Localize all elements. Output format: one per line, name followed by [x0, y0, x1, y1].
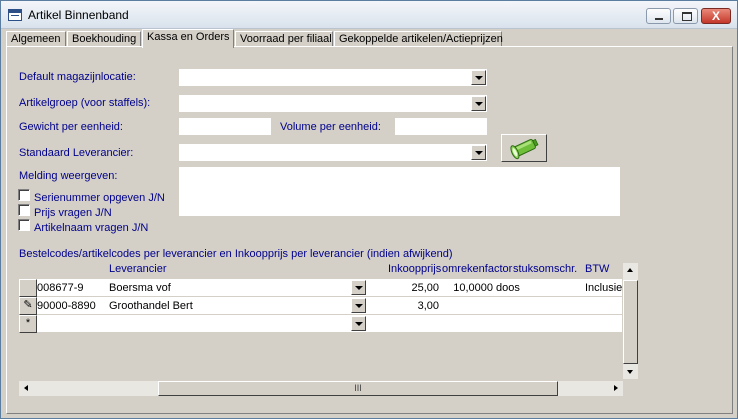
chevron-down-icon[interactable] — [471, 70, 486, 85]
message-field[interactable] — [179, 167, 620, 216]
article-group-combo[interactable] — [179, 95, 487, 112]
tab-boekhouding[interactable]: Boekhouding — [67, 31, 141, 47]
orders-section-title: Bestelcodes/artikelcodes per leverancier… — [19, 248, 453, 260]
cell-vat[interactable]: Inclusie — [585, 282, 622, 294]
article-group-label: Artikelgroep (voor staffels): — [19, 97, 151, 109]
chevron-down-icon[interactable] — [351, 316, 366, 331]
close-button[interactable]: X — [701, 8, 731, 24]
chevron-down-icon[interactable] — [471, 96, 486, 111]
tab-gekoppelde-artikelen[interactable]: Gekoppelde artikelen/Actieprijzen — [334, 31, 503, 47]
volume-field[interactable] — [395, 118, 487, 135]
scroll-down-icon[interactable] — [623, 364, 638, 379]
price-checkbox[interactable] — [18, 204, 30, 216]
weight-field[interactable] — [179, 118, 271, 135]
cell-unit[interactable]: doos — [496, 282, 520, 294]
header-purchase-price[interactable]: Inkoopprijs — [388, 263, 441, 275]
minimize-button[interactable] — [646, 8, 671, 24]
cell-supplier[interactable]: Boersma vof — [109, 282, 171, 294]
supplier-label: Standaard Leverancier: — [19, 147, 134, 159]
close-icon: X — [711, 9, 720, 23]
supplier-combo[interactable] — [179, 144, 487, 161]
row-selector[interactable]: ✎ — [19, 297, 37, 315]
default-location-label: Default magazijnlocatie: — [19, 71, 136, 83]
default-location-combo[interactable] — [179, 69, 487, 86]
cell-factor[interactable]: 10,0000 — [449, 282, 493, 294]
header-unit[interactable]: stuksomschr. — [513, 263, 577, 275]
weight-label: Gewicht per eenheid: — [19, 121, 123, 133]
window-title: Artikel Binnenband — [28, 8, 129, 22]
cell-supplier[interactable]: Groothandel Bert — [109, 300, 193, 312]
price-label: Prijs vragen J/N — [34, 207, 112, 219]
cell-code[interactable]: 008677-9 — [37, 282, 84, 294]
article-window: Artikel Binnenband X Algemeen Boekhoudin… — [0, 0, 738, 419]
tab-kassa-en-orders[interactable]: Kassa en Orders — [142, 29, 234, 48]
supplier-grid: Leverancier Inkoopprijs omrekenfactor st… — [19, 263, 638, 397]
chevron-down-icon[interactable] — [351, 280, 366, 295]
serial-checkbox[interactable] — [18, 189, 30, 201]
maximize-button[interactable] — [673, 8, 698, 24]
header-supplier[interactable]: Leverancier — [109, 263, 166, 275]
vertical-scrollbar[interactable] — [623, 263, 638, 379]
form-icon — [8, 9, 22, 21]
table-row[interactable]: * — [19, 315, 622, 333]
horizontal-scrollbar[interactable]: III — [19, 381, 623, 396]
chevron-down-icon[interactable] — [351, 298, 366, 313]
table-row[interactable]: ✎ 90000-8890 Groothandel Bert 3,00 — [19, 297, 622, 315]
title-bar[interactable]: Artikel Binnenband X — [1, 1, 737, 29]
tab-voorraad-per-filiaal[interactable]: Voorraad per filiaal — [235, 31, 333, 47]
scroll-up-icon[interactable] — [623, 263, 638, 278]
chevron-down-icon[interactable] — [471, 145, 486, 160]
cell-price[interactable]: 25,00 — [383, 282, 439, 294]
flashlight-icon — [510, 138, 539, 160]
name-checkbox[interactable] — [18, 219, 30, 231]
tab-algemeen[interactable]: Algemeen — [6, 31, 66, 47]
message-label: Melding weergeven: — [19, 170, 118, 182]
row-selector[interactable] — [19, 279, 37, 297]
vertical-scroll-thumb[interactable] — [623, 280, 638, 364]
serial-label: Serienummer opgeven J/N — [34, 192, 165, 204]
volume-label: Volume per eenheid: — [280, 121, 381, 133]
scroll-right-icon[interactable] — [608, 381, 623, 396]
scroll-left-icon[interactable] — [19, 381, 34, 396]
horizontal-scroll-thumb[interactable]: III — [158, 381, 558, 396]
header-conversion[interactable]: omrekenfactor — [442, 263, 512, 275]
name-label: Artikelnaam vragen J/N — [34, 222, 149, 234]
cell-price[interactable]: 3,00 — [383, 300, 439, 312]
row-selector[interactable]: * — [19, 315, 37, 333]
header-vat[interactable]: BTW — [585, 263, 609, 275]
lookup-button[interactable] — [501, 134, 547, 162]
cell-code[interactable]: 90000-8890 — [37, 300, 96, 312]
table-row[interactable]: 008677-9 Boersma vof 25,00 10,0000 doos … — [19, 279, 622, 297]
